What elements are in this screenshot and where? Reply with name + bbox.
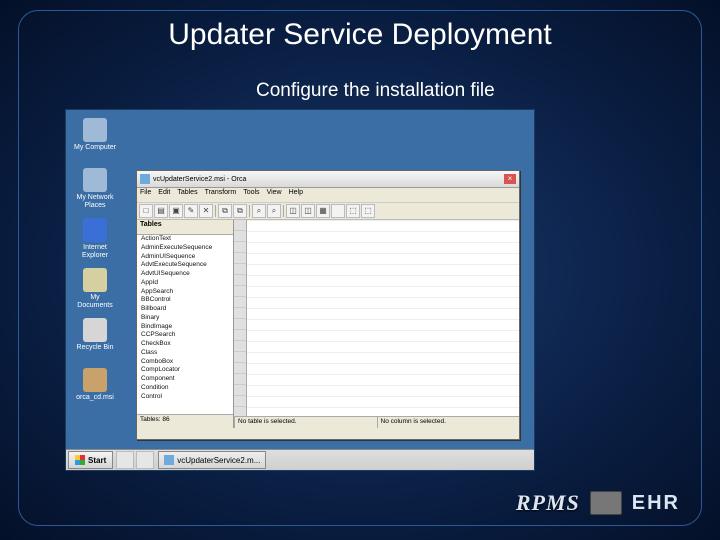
table-row[interactable]: CheckBox (137, 340, 233, 349)
toolbar-button[interactable]: ▦ (316, 204, 330, 218)
desktop-icon-label: My Network Places (72, 194, 118, 209)
data-grid[interactable] (234, 220, 519, 417)
quicklaunch-icon[interactable] (136, 451, 154, 469)
taskbar-app-icon (164, 455, 174, 465)
desktop-icon-label: My Computer (72, 144, 118, 152)
table-row[interactable]: CompLocator (137, 366, 233, 375)
toolbar-button[interactable]: ⬚ (346, 204, 360, 218)
toolbar[interactable]: □▤▣✎✕⧉⧉⌕⌕◫◫▦⬚⬚ (137, 203, 519, 220)
table-row[interactable]: Component (137, 375, 233, 384)
desktop-icon-label: Recycle Bin (72, 344, 118, 352)
statusbar: No table is selected. No column is selec… (234, 417, 519, 428)
desktop-icon[interactable]: orca_cd.msi (72, 368, 118, 402)
grid-panel: No table is selected. No column is selec… (234, 220, 519, 428)
table-row[interactable]: AdminUISequence (137, 253, 233, 262)
table-row[interactable]: Control (137, 393, 233, 402)
menu-item[interactable]: Help (289, 189, 303, 201)
toolbar-button[interactable]: ⌕ (267, 204, 281, 218)
slide-root: Updater Service Deployment Configure the… (0, 0, 720, 540)
menu-item[interactable]: Edit (158, 189, 170, 201)
window-body: Tables ActionTextAdminExecuteSequenceAdm… (137, 220, 519, 428)
tables-count: Tables: 86 (137, 414, 233, 428)
desktop-icon[interactable]: My Computer (72, 118, 118, 152)
desktop-icon-label: orca_cd.msi (72, 394, 118, 402)
desktop-icon-label: Internet Explorer (72, 244, 118, 259)
table-row[interactable]: AppId (137, 279, 233, 288)
table-row[interactable]: ComboBox (137, 358, 233, 367)
desktop-icon-glyph (83, 118, 107, 142)
table-row[interactable]: CCPSearch (137, 331, 233, 340)
toolbar-button[interactable] (331, 204, 345, 218)
app-icon (140, 174, 150, 184)
desktop-icon[interactable]: Internet Explorer (72, 218, 118, 259)
taskbar: Start vcUpdaterService2.m... (66, 449, 534, 470)
desktop-screenshot: My Computer My Network Places Internet Exp… (66, 110, 534, 470)
desktop-icon-glyph (83, 268, 107, 292)
menubar[interactable]: File Edit Tables Transform Tools View Help (137, 188, 519, 203)
quicklaunch-icon[interactable] (116, 451, 134, 469)
windows-logo-icon (75, 455, 85, 465)
menu-item[interactable]: Transform (205, 189, 237, 201)
toolbar-button[interactable]: ⌕ (252, 204, 266, 218)
slide-subtitle: Configure the installation file (256, 80, 495, 102)
menu-item[interactable]: File (140, 189, 151, 201)
toolbar-button[interactable]: ✕ (199, 204, 213, 218)
menu-item[interactable]: View (267, 189, 282, 201)
toolbar-button[interactable]: ◫ (301, 204, 315, 218)
window-titlebar[interactable]: vcUpdaterService2.msi - Orca × (137, 171, 519, 188)
desktop-icon-label: My Documents (72, 294, 118, 309)
tables-list[interactable]: ActionTextAdminExecuteSequenceAdminUISeq… (137, 235, 233, 414)
rpms-logo: RPMS (516, 490, 580, 516)
toolbar-separator (215, 205, 216, 217)
menu-item[interactable]: Tools (243, 189, 259, 201)
desktop-icon-glyph (83, 318, 107, 342)
table-row[interactable]: ActionText (137, 235, 233, 244)
ehr-logo: EHR (632, 492, 680, 515)
toolbar-button[interactable]: ⬚ (361, 204, 375, 218)
toolbar-separator (283, 205, 284, 217)
table-row[interactable]: AdvtExecuteSequence (137, 261, 233, 270)
tables-panel: Tables ActionTextAdminExecuteSequenceAdm… (137, 220, 234, 428)
table-row[interactable]: Class (137, 349, 233, 358)
start-label: Start (88, 456, 106, 465)
table-row[interactable]: AdvtUISequence (137, 270, 233, 279)
menu-item[interactable]: Tables (177, 189, 197, 201)
toolbar-button[interactable]: ⧉ (218, 204, 232, 218)
toolbar-button[interactable]: □ (139, 204, 153, 218)
status-right: No column is selected. (377, 417, 520, 428)
status-mid: No table is selected. (234, 417, 377, 428)
toolbar-button[interactable]: ▤ (154, 204, 168, 218)
toolbar-button[interactable]: ✎ (184, 204, 198, 218)
table-row[interactable]: AdminExecuteSequence (137, 244, 233, 253)
toolbar-button[interactable]: ▣ (169, 204, 183, 218)
table-row[interactable]: Billboard (137, 305, 233, 314)
desktop-icon-glyph (83, 168, 107, 192)
table-row[interactable]: AppSearch (137, 288, 233, 297)
desktop-icon[interactable]: Recycle Bin (72, 318, 118, 352)
toolbar-separator (249, 205, 250, 217)
tables-header: Tables (137, 220, 233, 235)
desktop-icon-glyph (83, 218, 107, 242)
taskbar-app-label: vcUpdaterService2.m... (177, 456, 260, 465)
taskbar-app-button[interactable]: vcUpdaterService2.m... (158, 451, 266, 469)
desktop-icon[interactable]: My Documents (72, 268, 118, 309)
table-row[interactable]: BindImage (137, 323, 233, 332)
table-row[interactable]: Condition (137, 384, 233, 393)
table-row[interactable]: Binary (137, 314, 233, 323)
window-title: vcUpdaterService2.msi - Orca (153, 176, 246, 183)
orca-window: vcUpdaterService2.msi - Orca × File Edit T… (136, 170, 520, 440)
ehr-monitor-icon (590, 491, 622, 515)
row-header-strip (234, 220, 247, 416)
desktop-icon-glyph (83, 368, 107, 392)
table-row[interactable]: BBControl (137, 296, 233, 305)
slide-title: Updater Service Deployment (0, 18, 720, 52)
toolbar-button[interactable]: ⧉ (233, 204, 247, 218)
desktop-icon[interactable]: My Network Places (72, 168, 118, 209)
toolbar-button[interactable]: ◫ (286, 204, 300, 218)
branding: RPMS EHR (516, 490, 680, 516)
start-button[interactable]: Start (68, 451, 113, 469)
close-icon[interactable]: × (504, 174, 516, 184)
